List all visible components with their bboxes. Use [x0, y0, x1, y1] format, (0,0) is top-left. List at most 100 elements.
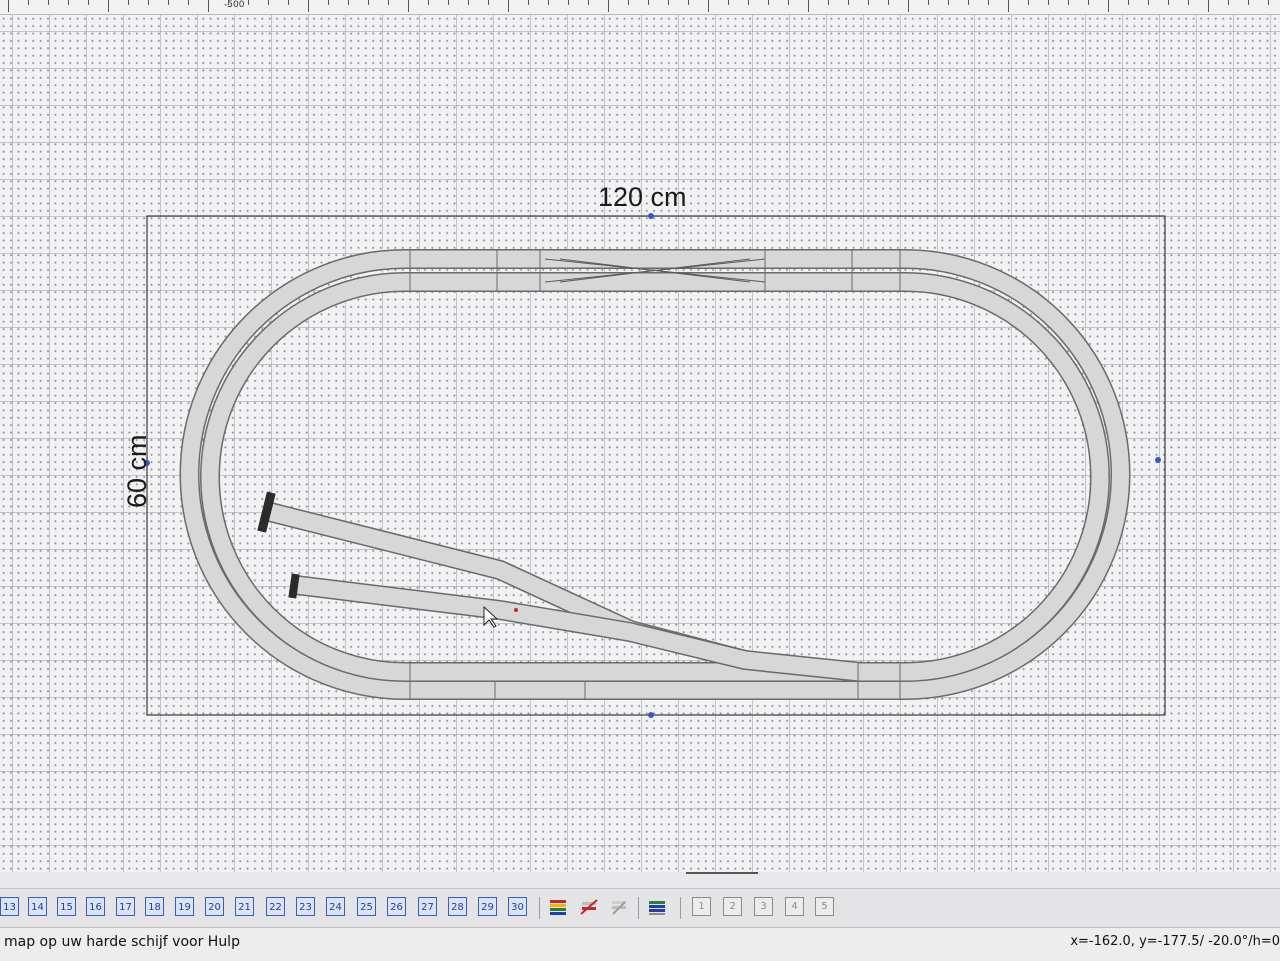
layer-button-22[interactable]: 22: [266, 897, 285, 916]
ruler-tick: [948, 0, 949, 5]
ruler-tick: [808, 0, 809, 12]
ruler-tick: [928, 0, 929, 5]
track-layout-drawing[interactable]: 120 cm 60 cm: [0, 15, 1280, 872]
ruler-tick: [68, 0, 69, 5]
ruler-tick: [748, 0, 749, 5]
ruler-tick: [188, 0, 189, 5]
ruler-tick: [648, 0, 649, 5]
layer-button-28[interactable]: 28: [448, 897, 467, 916]
ruler-tick: [268, 0, 269, 5]
ruler-tick: [608, 0, 609, 12]
layer-button-17[interactable]: 17: [116, 897, 135, 916]
toolbar-separator: [539, 897, 540, 919]
layers-icon[interactable]: [547, 896, 569, 918]
ruler-tick: [148, 0, 149, 5]
ruler-tick: [1148, 0, 1149, 5]
board-height-label: 60 cm: [122, 434, 152, 508]
ruler-tick: [688, 0, 689, 5]
layer-lock-icon[interactable]: [608, 896, 630, 918]
ruler-tick: [408, 0, 409, 12]
status-bar: map op uw harde schijf voor Hulp x=-162.…: [0, 927, 1280, 961]
outer-loop-track[interactable]: [179, 249, 1131, 700]
ruler-tick: [728, 0, 729, 5]
view-button-5[interactable]: 5: [815, 897, 834, 916]
ruler-tick: [348, 0, 349, 5]
toolbar-separator: [638, 897, 639, 919]
layer-button-30[interactable]: 30: [508, 897, 527, 916]
ruler-tick: [468, 0, 469, 5]
ruler-tick: [788, 0, 789, 5]
ruler-tick: [668, 0, 669, 5]
ruler-tick: [988, 0, 989, 5]
view-button-4[interactable]: 4: [785, 897, 804, 916]
ruler-tick: [48, 0, 49, 5]
ruler-tick: [428, 0, 429, 5]
layer-button-27[interactable]: 27: [418, 897, 437, 916]
layer-button-19[interactable]: 19: [175, 897, 194, 916]
layer-button-25[interactable]: 25: [357, 897, 376, 916]
ruler-tick: [288, 0, 289, 5]
ruler-tick: [848, 0, 849, 5]
ruler-tick: [708, 0, 709, 12]
inner-loop-track[interactable]: [200, 272, 1110, 682]
ruler-tick: [368, 0, 369, 5]
ruler-tick: [128, 0, 129, 5]
ruler-tick: [628, 0, 629, 5]
layer-button-21[interactable]: 21: [235, 897, 254, 916]
selection-marker: [514, 608, 518, 612]
layer-hide-icon[interactable]: [578, 896, 600, 918]
ruler-tick: [1028, 0, 1029, 5]
layer-button-24[interactable]: 24: [326, 897, 345, 916]
layout-canvas[interactable]: 120 cm 60 cm: [0, 15, 1280, 872]
ruler-tick: [228, 0, 229, 5]
ruler-tick: [448, 0, 449, 5]
ruler-tick: [308, 0, 309, 12]
ruler-tick: [168, 0, 169, 5]
ruler-tick: [28, 0, 29, 5]
ruler-tick: [108, 0, 109, 12]
layer-button-16[interactable]: 16: [86, 897, 105, 916]
layer-button-15[interactable]: 15: [57, 897, 76, 916]
layer-button-29[interactable]: 29: [478, 897, 497, 916]
view-button-3[interactable]: 3: [754, 897, 773, 916]
layer-button-23[interactable]: 23: [296, 897, 315, 916]
ruler-tick: [1128, 0, 1129, 5]
horizontal-scroll-thumb[interactable]: [686, 872, 758, 874]
ruler-tick: [1248, 0, 1249, 5]
ruler-tick: [1268, 0, 1269, 5]
ruler-tick: [568, 0, 569, 5]
ruler-tick: [1088, 0, 1089, 5]
ruler-tick: [1168, 0, 1169, 5]
ruler-tick: [528, 0, 529, 5]
view-button-1[interactable]: 1: [692, 897, 711, 916]
ruler-tick: [1008, 0, 1009, 12]
ruler-tick: [1188, 0, 1189, 5]
cursor-coordinates: x=-162.0, y=-177.5/ -20.0°/h=0: [1070, 934, 1280, 949]
layer-button-14[interactable]: 14: [28, 897, 47, 916]
board-handle-right: [1155, 457, 1161, 463]
board-handle-bottom: [648, 712, 654, 718]
ruler-tick: [508, 0, 509, 12]
board-width-label: 120 cm: [598, 182, 687, 212]
status-hint-text: map op uw harde schijf voor Hulp: [4, 934, 240, 950]
ruler-tick: [968, 0, 969, 5]
ruler-tick: [488, 0, 489, 5]
ruler-tick: [868, 0, 869, 5]
layer-button-26[interactable]: 26: [387, 897, 406, 916]
ruler-tick: [908, 0, 909, 12]
ruler-tick: [1068, 0, 1069, 5]
layer-stack-icon[interactable]: [646, 896, 668, 918]
toolbar-separator: [680, 897, 681, 919]
ruler-tick: [1048, 0, 1049, 5]
ruler-tick: [888, 0, 889, 5]
ruler-tick: [208, 0, 209, 12]
layer-button-18[interactable]: 18: [145, 897, 164, 916]
ruler-tick: [588, 0, 589, 5]
layer-button-20[interactable]: 20: [205, 897, 224, 916]
ruler-tick: [1228, 0, 1229, 5]
view-button-2[interactable]: 2: [723, 897, 742, 916]
ruler-tick: [8, 0, 9, 12]
ruler-tick: [328, 0, 329, 5]
ruler-tick: [88, 0, 89, 5]
layer-button-13[interactable]: 13: [0, 897, 19, 916]
